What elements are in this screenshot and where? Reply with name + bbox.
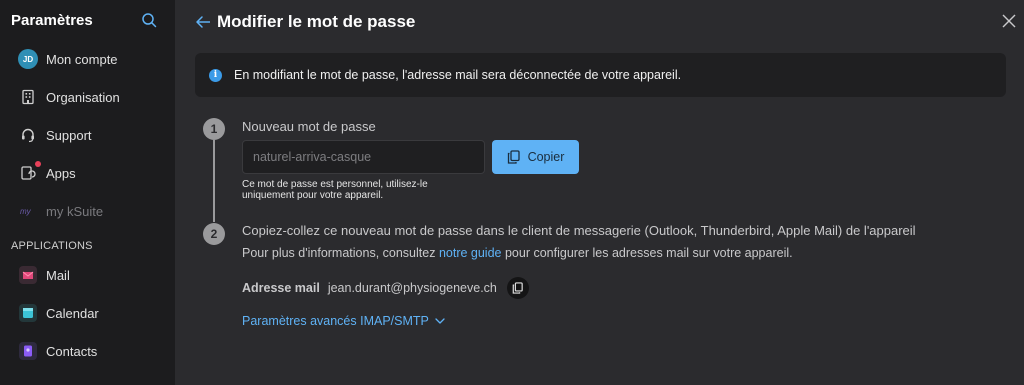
- my-ksuite-icon: my: [18, 201, 38, 221]
- svg-text:my: my: [20, 207, 32, 216]
- new-password-field[interactable]: [242, 140, 485, 174]
- search-icon[interactable]: [141, 12, 157, 28]
- calendar-app-icon: [18, 303, 38, 323]
- info-icon: i: [209, 68, 222, 82]
- main-panel: Modifier le mot de passe i En modifiant …: [175, 0, 1024, 385]
- copy-icon: [513, 282, 524, 294]
- mail-address-row: Adresse mail jean.durant@physiogeneve.ch: [242, 277, 529, 299]
- sidebar-item-mail[interactable]: Mail: [0, 256, 175, 294]
- sidebar: Paramètres JD Mon compte Organisation Su…: [0, 0, 175, 385]
- info-banner-text: En modifiant le mot de passe, l'adresse …: [234, 68, 682, 82]
- page-header: Modifier le mot de passe: [175, 0, 1024, 44]
- sidebar-item-label: Mail: [46, 267, 70, 283]
- sidebar-section-applications: APPLICATIONS: [11, 240, 93, 252]
- contacts-app-icon: [18, 341, 38, 361]
- step-2-number: 2: [203, 223, 225, 245]
- copy-password-button[interactable]: Copier: [492, 140, 579, 174]
- headset-icon: [18, 125, 38, 145]
- sidebar-item-label: Organisation: [46, 89, 120, 105]
- notification-dot: [35, 161, 41, 167]
- chevron-down-icon: [435, 318, 445, 324]
- sidebar-item-label: Calendar: [46, 305, 99, 321]
- guide-info-suffix: pour configurer les adresses mail sur vo…: [501, 246, 793, 260]
- copy-button-label: Copier: [527, 150, 565, 164]
- sidebar-item-label: Support: [46, 127, 92, 143]
- step-connector-line: [213, 140, 215, 222]
- sidebar-item-contacts[interactable]: Contacts: [0, 332, 175, 370]
- close-icon[interactable]: [1002, 14, 1016, 28]
- mail-app-icon: [18, 265, 38, 285]
- step-1-number: 1: [203, 118, 225, 140]
- sidebar-item-label: Apps: [46, 165, 76, 181]
- mail-address-value: jean.durant@physiogeneve.ch: [327, 281, 497, 295]
- sidebar-item-mon-compte[interactable]: JD Mon compte: [0, 40, 175, 78]
- guide-link[interactable]: notre guide: [439, 246, 502, 260]
- guide-info-prefix: Pour plus d'informations, consultez: [242, 246, 439, 260]
- sidebar-item-calendar[interactable]: Calendar: [0, 294, 175, 332]
- copy-icon: [507, 150, 520, 164]
- info-banner: i En modifiant le mot de passe, l'adress…: [195, 53, 1006, 97]
- password-hint: Ce mot de passe est personnel, utilisez-…: [242, 179, 428, 201]
- step-1-label: Nouveau mot de passe: [242, 119, 376, 134]
- apps-sync-icon: [18, 161, 41, 183]
- sidebar-item-label: Contacts: [46, 343, 98, 359]
- building-icon: [18, 87, 38, 107]
- avatar: JD: [18, 49, 38, 69]
- copy-mail-button[interactable]: [506, 277, 529, 299]
- page-title: Modifier le mot de passe: [217, 12, 416, 31]
- back-arrow-icon[interactable]: [195, 14, 211, 30]
- step-2-label: Copiez-collez ce nouveau mot de passe da…: [242, 223, 916, 238]
- mail-address-label: Adresse mail: [242, 281, 320, 295]
- guide-info-line: Pour plus d'informations, consultez notr…: [242, 246, 793, 260]
- sidebar-item-apps[interactable]: Apps: [0, 154, 175, 192]
- sidebar-item-label: my kSuite: [46, 203, 104, 219]
- sidebar-header: Paramètres: [0, 0, 175, 40]
- sidebar-item-my-ksuite[interactable]: my my kSuite: [0, 192, 175, 230]
- sidebar-item-organisation[interactable]: Organisation: [0, 78, 175, 116]
- sidebar-item-label: Mon compte: [46, 51, 118, 67]
- advanced-settings-label: Paramètres avancés IMAP/SMTP: [242, 314, 429, 328]
- sidebar-title: Paramètres: [11, 11, 93, 29]
- advanced-imap-smtp-toggle[interactable]: Paramètres avancés IMAP/SMTP: [242, 314, 445, 328]
- sidebar-item-support[interactable]: Support: [0, 116, 175, 154]
